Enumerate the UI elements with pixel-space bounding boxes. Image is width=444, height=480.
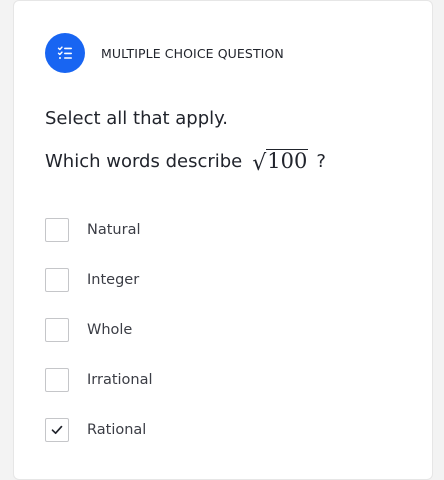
question-prefix: Which words describe (45, 150, 243, 172)
question-text: Which words describe √ 100 ? (45, 145, 326, 177)
checkbox-checked[interactable] (45, 418, 69, 442)
question-type-label: MULTIPLE CHOICE QUESTION (101, 45, 284, 61)
option-natural[interactable]: Natural (45, 217, 140, 243)
question-card: MULTIPLE CHOICE QUESTION Select all that… (13, 0, 433, 480)
checkbox[interactable] (45, 318, 69, 342)
checkmark-icon (51, 425, 63, 435)
radical-sign: √ (252, 151, 267, 177)
option-integer[interactable]: Integer (45, 267, 139, 293)
option-label: Natural (87, 222, 141, 238)
checklist-icon (45, 33, 85, 73)
sqrt-expression: √ 100 (252, 148, 309, 177)
option-whole[interactable]: Whole (45, 317, 132, 343)
checkbox[interactable] (45, 218, 69, 242)
option-rational[interactable]: Rational (45, 417, 146, 443)
option-label: Integer (87, 272, 140, 288)
radicand: 100 (266, 148, 309, 173)
option-label: Irrational (87, 372, 153, 388)
checkbox[interactable] (45, 268, 69, 292)
option-irrational[interactable]: Irrational (45, 367, 153, 393)
question-header: MULTIPLE CHOICE QUESTION (45, 33, 284, 73)
option-label: Whole (87, 322, 133, 338)
option-label: Rational (87, 422, 147, 438)
checkbox[interactable] (45, 368, 69, 392)
instruction-text: Select all that apply. (45, 108, 228, 129)
question-mark: ? (316, 150, 326, 172)
